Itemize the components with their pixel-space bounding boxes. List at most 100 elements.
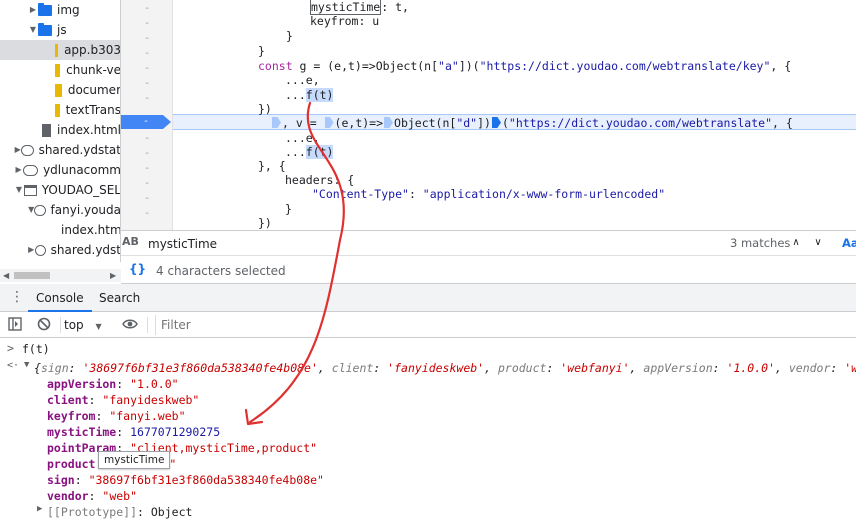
- expanded-arrow-icon[interactable]: ▼: [14, 180, 24, 200]
- toolbar-divider: [147, 317, 148, 333]
- replace-toggle-button[interactable]: Aa: [842, 236, 856, 250]
- code-line[interactable]: headers: {: [285, 173, 354, 188]
- prototype-property[interactable]: [[Prototype]]: Object: [47, 504, 192, 520]
- tree-item-app-js[interactable]: app.b303: [0, 40, 121, 60]
- collapsed-arrow-icon[interactable]: ▶: [28, 0, 38, 20]
- code-line[interactable]: }): [258, 102, 272, 117]
- live-expression-eye-icon[interactable]: [122, 317, 138, 331]
- object-property[interactable]: sign: "38697f6bf31e3f860da538340fe4b08e": [47, 472, 324, 488]
- expand-prototype-icon[interactable]: ▶: [37, 504, 42, 514]
- console-output[interactable]: > f(t) <· ▼ {sign: '38697f6bf31e3f860da5…: [0, 338, 856, 531]
- code-line[interactable]: ...e,: [285, 131, 320, 146]
- tree-item-index-htm[interactable]: index.htm: [55, 220, 121, 240]
- code-line[interactable]: }: [258, 44, 265, 59]
- tree-item-label: YOUDAO_SEL: [41, 183, 121, 197]
- match-case-icon[interactable]: AB: [122, 235, 139, 248]
- tree-item-youdao-sel[interactable]: ▼ YOUDAO_SEL: [14, 180, 121, 200]
- gutter-line[interactable]: -: [121, 176, 173, 191]
- collapsed-arrow-icon[interactable]: ▶: [28, 240, 35, 260]
- tree-item-js[interactable]: ▼ js: [28, 20, 120, 40]
- scroll-right-icon[interactable]: ▶: [110, 271, 116, 280]
- js-file-icon: [55, 43, 59, 57]
- code-line[interactable]: }: [285, 202, 292, 217]
- object-property[interactable]: pointParam: "client,mysticTime,product": [47, 440, 317, 456]
- object-property[interactable]: mysticTime: 1677071290275: [47, 424, 220, 440]
- gutter-line[interactable]: -: [121, 76, 173, 91]
- tree-item-ydlunacomm[interactable]: ▶ ydlunacomm: [14, 160, 120, 180]
- folder-icon: [38, 2, 52, 16]
- selection-info: 4 characters selected: [156, 264, 286, 278]
- breakpoint-marker[interactable]: -: [121, 115, 171, 129]
- gutter-line[interactable]: -: [121, 206, 173, 221]
- tree-item-index-html[interactable]: index.html: [42, 120, 120, 140]
- code-editor[interactable]: - - - - - - - - - - - - - - mysticTime: …: [121, 0, 856, 230]
- scroll-left-icon[interactable]: ◀: [3, 271, 9, 280]
- pretty-print-button[interactable]: {}: [129, 262, 146, 276]
- gutter-line[interactable]: -: [121, 146, 173, 161]
- tab-console[interactable]: Console: [28, 284, 92, 312]
- collapsed-arrow-icon[interactable]: ▶: [14, 140, 21, 160]
- object-preview[interactable]: {sign: '38697f6bf31e3f860da538340fe4b08e…: [34, 360, 856, 376]
- sidebar-toggle-icon[interactable]: [8, 317, 22, 331]
- console-toolbar: top ▼: [0, 312, 856, 338]
- clear-console-icon[interactable]: [37, 317, 51, 331]
- tree-item-img[interactable]: ▶ img: [28, 0, 120, 20]
- tab-search[interactable]: Search: [91, 284, 148, 312]
- previous-match-button[interactable]: ∧: [788, 235, 804, 251]
- gutter-line[interactable]: -: [121, 46, 173, 61]
- step-marker-icon[interactable]: [272, 117, 281, 128]
- tree-item-shared-ydst[interactable]: ▶ shared.ydst: [28, 240, 120, 260]
- code-line[interactable]: "Content-Type": "application/x-www-form-…: [312, 187, 665, 202]
- gutter-line[interactable]: -: [121, 61, 173, 76]
- tree-item-fanyi-youdao[interactable]: ▼ fanyi.youda: [28, 200, 120, 220]
- cloud-icon: [34, 244, 46, 256]
- step-marker-icon[interactable]: [384, 117, 394, 128]
- object-property[interactable]: keyfrom: "fanyi.web": [47, 408, 186, 424]
- gutter-line[interactable]: -: [121, 1, 173, 16]
- drawer-tab-bar: ⋮ Console Search: [0, 284, 856, 312]
- more-menu-icon[interactable]: ⋮: [10, 290, 24, 304]
- gutter-line[interactable]: -: [121, 131, 173, 146]
- tree-item-shared-ydstat[interactable]: ▶ shared.ydstat: [14, 140, 120, 160]
- find-input[interactable]: [148, 234, 785, 254]
- console-input-echo: f(t): [22, 342, 50, 356]
- scrollbar-thumb[interactable]: [14, 272, 50, 279]
- code-line[interactable]: }: [286, 29, 293, 44]
- object-property[interactable]: appVersion: "1.0.0": [47, 376, 179, 392]
- gutter-line[interactable]: -: [121, 31, 173, 46]
- gutter-line[interactable]: -: [121, 161, 173, 176]
- result-arrow-icon: <·: [7, 360, 20, 371]
- gutter-line[interactable]: -: [121, 91, 173, 106]
- tree-item-document-js[interactable]: documer: [55, 80, 121, 100]
- code-line[interactable]: mysticTime: t,: [310, 0, 409, 15]
- code-line[interactable]: ...f(t): [285, 88, 334, 103]
- code-line[interactable]: }): [258, 216, 272, 230]
- code-line[interactable]: keyfrom: u: [310, 14, 379, 29]
- tree-item-label: documer: [67, 83, 121, 97]
- code-line[interactable]: ...e,: [285, 73, 320, 88]
- tree-item-texttrans-js[interactable]: textTrans: [55, 100, 120, 120]
- object-property[interactable]: vendor: "web": [47, 488, 137, 504]
- folder-icon: [38, 22, 52, 36]
- code-line[interactable]: ...f(t): [285, 145, 334, 160]
- file-tree: ▶ img ▼ js app.b303 chunk-ve documer tex…: [0, 0, 121, 262]
- tree-item-label: index.htm: [61, 223, 121, 237]
- gutter-line[interactable]: -: [121, 16, 173, 31]
- expanded-arrow-icon[interactable]: ▼: [28, 20, 38, 40]
- tree-horizontal-scrollbar[interactable]: ◀ ▶: [0, 269, 121, 282]
- expand-object-icon[interactable]: ▼: [24, 360, 29, 370]
- context-selector[interactable]: top ▼: [64, 316, 102, 334]
- collapsed-arrow-icon[interactable]: ▶: [14, 160, 23, 180]
- tree-item-label: app.b303: [64, 43, 121, 57]
- step-marker-icon[interactable]: [324, 117, 334, 128]
- object-property[interactable]: client: "fanyideskweb": [47, 392, 199, 408]
- code-line[interactable]: }, {: [258, 159, 286, 174]
- code-line[interactable]: const g = (e,t)=>Object(n["a"])("https:/…: [258, 59, 791, 74]
- gutter-line[interactable]: -: [121, 191, 173, 206]
- filter-input[interactable]: [155, 315, 845, 335]
- next-match-button[interactable]: ∨: [810, 235, 826, 251]
- code-line-paused[interactable]: , v = (e,t)=> Object(n["d"]) ("https://dic…: [271, 116, 793, 131]
- line-gutter[interactable]: - - - - - - - - - - - - - -: [121, 0, 173, 230]
- current-step-marker-icon[interactable]: [491, 117, 501, 128]
- tree-item-chunk-js[interactable]: chunk-ve: [55, 60, 120, 80]
